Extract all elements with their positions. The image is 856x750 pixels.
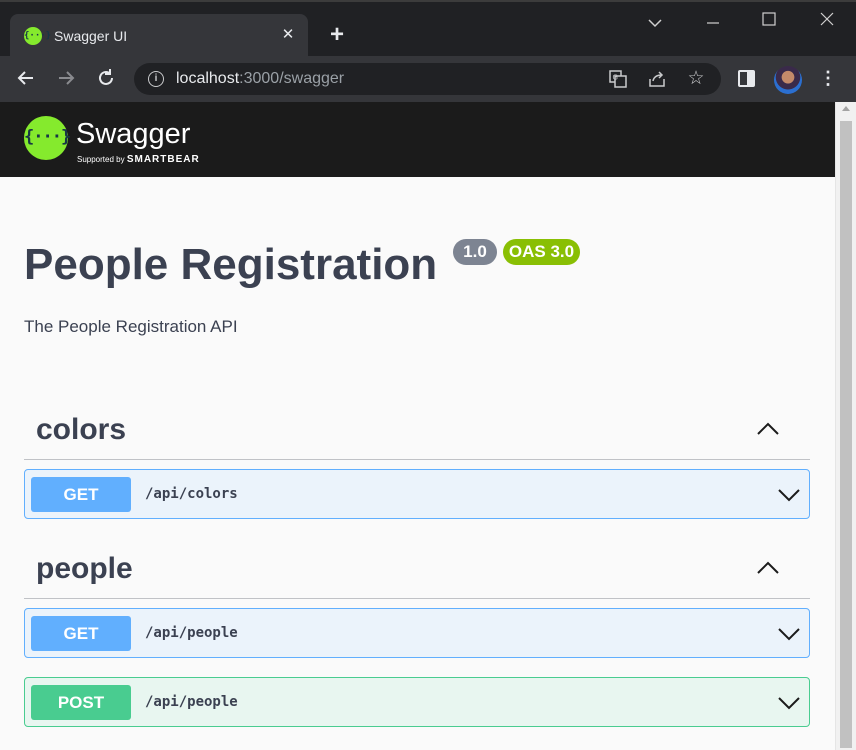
version-badge: 1.0 bbox=[453, 239, 497, 265]
chevron-up-icon[interactable] bbox=[756, 421, 780, 437]
profile-avatar[interactable] bbox=[774, 66, 802, 94]
swagger-logo-icon[interactable]: {···} bbox=[24, 116, 71, 160]
scroll-up-arrow-icon[interactable] bbox=[842, 106, 850, 111]
swagger-favicon-icon: {···} bbox=[24, 27, 51, 45]
share-icon[interactable] bbox=[647, 69, 667, 89]
vertical-scrollbar[interactable] bbox=[835, 102, 856, 750]
operation-path[interactable]: /api/people bbox=[145, 625, 238, 641]
url-text[interactable]: localhost:3000/swagger bbox=[176, 70, 344, 88]
window-close-button[interactable] bbox=[815, 10, 839, 31]
api-description: The People Registration API bbox=[24, 317, 238, 336]
operation-path[interactable]: /api/people bbox=[145, 694, 238, 710]
tab-search-icon[interactable] bbox=[645, 16, 665, 30]
info-icon[interactable]: i bbox=[148, 71, 164, 87]
url-host: localhost bbox=[176, 70, 240, 87]
tag-name[interactable]: colors bbox=[36, 413, 126, 447]
svg-text:G: G bbox=[613, 74, 618, 82]
operation-get-people[interactable]: GET /api/people bbox=[24, 608, 810, 658]
page-viewport: {···} Swagger Supported by SMARTBEAR Peo… bbox=[0, 102, 835, 750]
swagger-brand[interactable]: Swagger bbox=[76, 118, 190, 151]
method-badge[interactable]: GET bbox=[31, 477, 131, 512]
tab-title: Swagger UI bbox=[54, 28, 128, 44]
tag-section-people[interactable]: people bbox=[24, 541, 810, 599]
method-badge[interactable]: POST bbox=[31, 685, 131, 720]
chevron-up-icon[interactable] bbox=[756, 560, 780, 576]
scrollbar-thumb[interactable] bbox=[840, 121, 852, 748]
supported-by-label: Supported by bbox=[77, 155, 125, 164]
tab-close-icon[interactable]: ✕ bbox=[278, 25, 298, 43]
method-badge[interactable]: GET bbox=[31, 616, 131, 651]
new-tab-button[interactable]: + bbox=[325, 21, 349, 49]
smartbear-label: SMARTBEAR bbox=[126, 154, 200, 165]
browser-title-bar: {···} Swagger UI ✕ + bbox=[0, 0, 856, 58]
operation-get-colors[interactable]: GET /api/colors bbox=[24, 469, 810, 519]
swagger-topbar: {···} Swagger Supported by SMARTBEAR bbox=[0, 102, 835, 177]
tag-section-colors[interactable]: colors bbox=[24, 402, 810, 460]
translate-icon[interactable]: G bbox=[608, 69, 628, 89]
browser-tab[interactable]: {···} Swagger UI ✕ bbox=[10, 14, 308, 58]
chevron-down-icon[interactable] bbox=[777, 695, 801, 711]
star-icon[interactable]: ☆ bbox=[686, 69, 706, 89]
address-bar[interactable]: i localhost:3000/swagger G ☆ bbox=[134, 63, 721, 95]
side-panel-icon[interactable] bbox=[738, 70, 755, 87]
browser-toolbar: i localhost:3000/swagger G ☆ ⋮ bbox=[0, 56, 856, 102]
chevron-down-icon[interactable] bbox=[777, 626, 801, 642]
api-title: People Registration bbox=[24, 240, 438, 289]
forward-arrow-icon[interactable] bbox=[55, 67, 77, 89]
supported-by: Supported by SMARTBEAR bbox=[77, 154, 200, 165]
oas-badge: OAS 3.0 bbox=[503, 239, 580, 265]
chevron-down-icon[interactable] bbox=[777, 487, 801, 503]
minimize-button[interactable] bbox=[701, 7, 725, 32]
reload-icon[interactable] bbox=[95, 67, 117, 89]
tag-name[interactable]: people bbox=[36, 552, 133, 586]
maximize-button[interactable] bbox=[757, 12, 781, 31]
back-arrow-icon[interactable] bbox=[15, 67, 37, 89]
operation-path[interactable]: /api/colors bbox=[145, 486, 238, 502]
swagger-logo-glyph: {···} bbox=[24, 127, 71, 147]
kebab-menu-icon[interactable]: ⋮ bbox=[818, 67, 838, 89]
url-path: :3000/swagger bbox=[239, 70, 345, 87]
operation-post-people[interactable]: POST /api/people bbox=[24, 677, 810, 727]
